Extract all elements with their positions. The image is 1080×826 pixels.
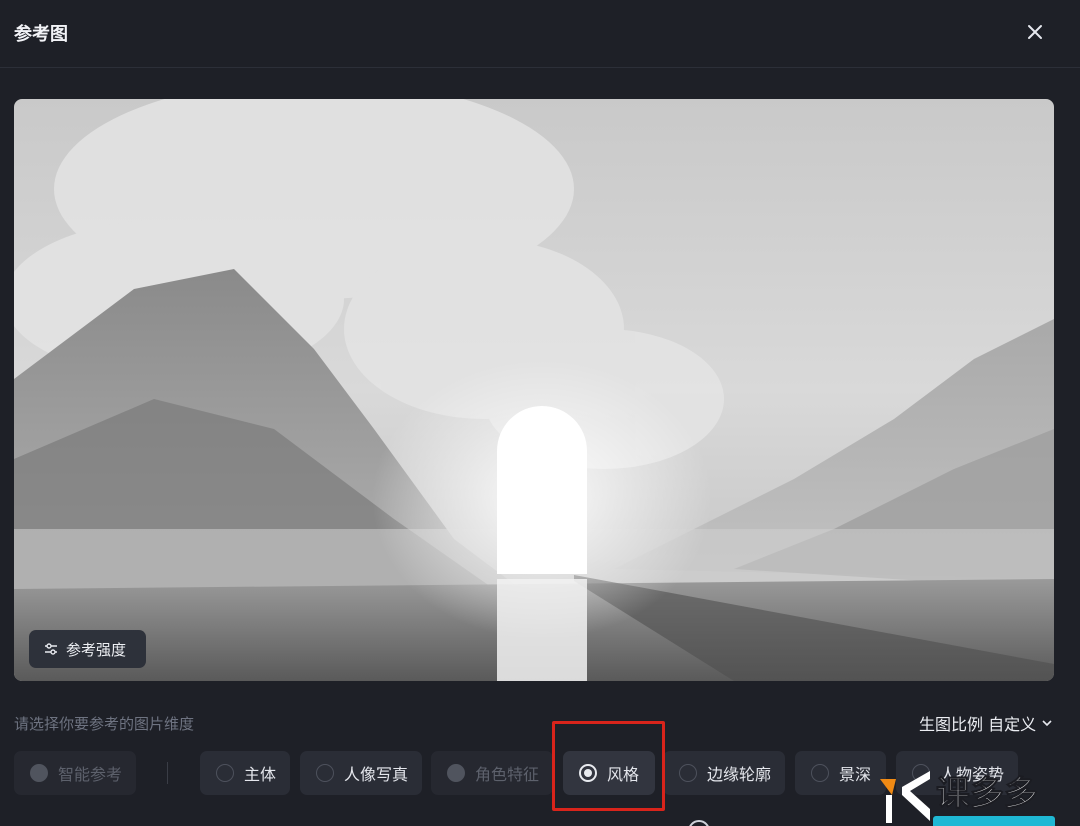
reference-strength-label: 参考强度: [66, 640, 127, 659]
partial-icon: [688, 820, 710, 826]
option-label: 人像写真: [344, 765, 409, 784]
divider: [167, 762, 168, 784]
dimension-hint: 请选择你要参考的图片维度: [14, 715, 195, 733]
option-label: 角色特征: [475, 765, 540, 784]
dialog-title: 参考图: [14, 24, 68, 45]
svg-text:课多多: 课多多: [936, 774, 1038, 814]
radio-icon: [30, 764, 48, 782]
option-label: 主体: [244, 765, 277, 784]
radio-selected-icon[interactable]: [579, 764, 597, 782]
option-label: 边缘轮廓: [707, 765, 772, 784]
dialog-header: 参考图: [0, 0, 1080, 68]
radio-icon[interactable]: [811, 764, 829, 782]
close-icon: [1028, 25, 1042, 39]
option-subject[interactable]: 主体: [200, 751, 290, 795]
watermark-logo: 课多多: [878, 765, 1080, 826]
sliders-icon: [45, 643, 57, 655]
radio-icon[interactable]: [316, 764, 334, 782]
option-portrait[interactable]: 人像写真: [300, 751, 422, 795]
ratio-selector[interactable]: 生图比例 自定义: [919, 711, 1054, 735]
option-edge-contour[interactable]: 边缘轮廓: [663, 751, 785, 795]
option-character-features: 角色特征: [431, 751, 553, 795]
radio-icon: [447, 764, 465, 782]
option-label: 风格: [607, 765, 640, 784]
option-label: 景深: [839, 765, 872, 784]
reference-strength-button[interactable]: 参考强度: [29, 630, 146, 668]
close-button[interactable]: [1020, 18, 1050, 46]
radio-icon[interactable]: [216, 764, 234, 782]
radio-icon[interactable]: [679, 764, 697, 782]
chevron-down-icon: [1042, 720, 1052, 727]
option-depth-of-field[interactable]: 景深: [795, 751, 886, 795]
option-style[interactable]: 风格: [563, 751, 655, 795]
ratio-label: 生图比例 自定义: [919, 715, 1037, 734]
option-smart-reference: 智能参考: [14, 751, 136, 795]
option-label: 智能参考: [58, 765, 123, 784]
reference-image: [14, 99, 1054, 681]
